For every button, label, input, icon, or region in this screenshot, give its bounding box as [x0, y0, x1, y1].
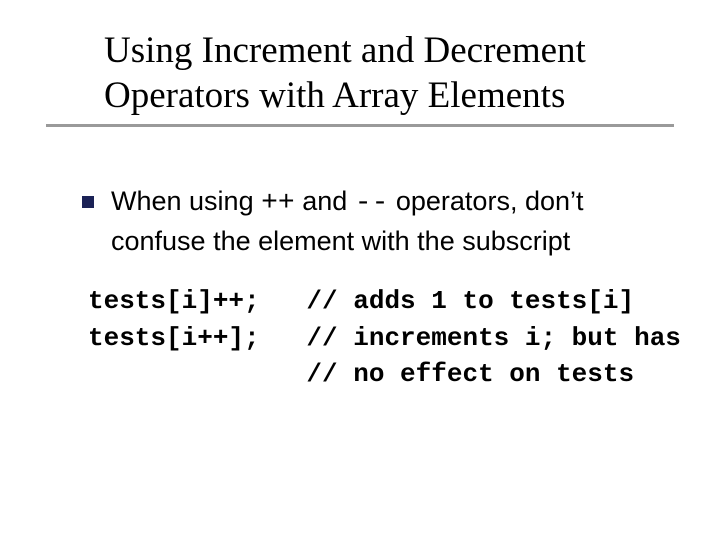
bullet-square-icon — [82, 196, 94, 208]
slide-root: Using Increment and Decrement Operators … — [0, 0, 720, 540]
body-content: When using ++ and -- operators, don’t co… — [46, 183, 674, 392]
title-line-1: Using Increment and Decrement — [104, 30, 586, 71]
inc-operator: ++ — [261, 188, 295, 219]
code-line-1: tests[i]++; // adds 1 to tests[i] — [88, 286, 634, 316]
dec-operator: -- — [355, 188, 389, 219]
bullet-item: When using ++ and -- operators, don’t co… — [82, 183, 674, 259]
code-line-2: tests[i++]; // increments i; but has — [88, 323, 681, 353]
title-line-2: Operators with Array Elements — [104, 75, 565, 116]
code-line-3: // no effect on tests — [88, 359, 634, 389]
bullet-text-pre: When using — [111, 186, 261, 216]
slide-title: Using Increment and Decrement Operators … — [104, 28, 674, 118]
code-block: tests[i]++; // adds 1 to tests[i] tests[… — [82, 283, 674, 392]
bullet-text: When using ++ and -- operators, don’t co… — [111, 183, 674, 259]
bullet-text-mid: and — [295, 186, 355, 216]
title-area: Using Increment and Decrement Operators … — [46, 28, 674, 127]
